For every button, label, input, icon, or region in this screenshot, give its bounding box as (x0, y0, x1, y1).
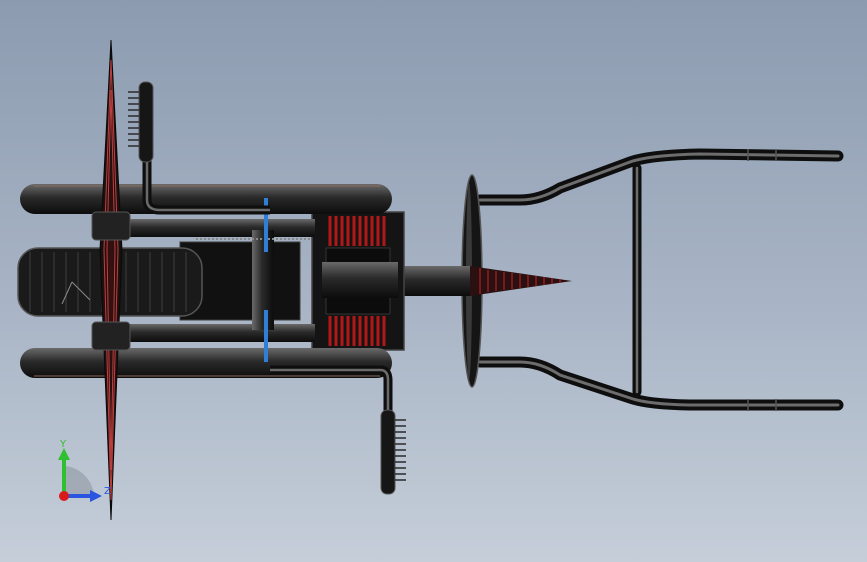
graphics-viewport[interactable]: Y Z (0, 0, 867, 562)
drive-shaft[interactable] (400, 266, 470, 296)
cad-model[interactable] (0, 0, 867, 562)
rake-arm-lower[interactable] (270, 365, 406, 495)
spring-housing[interactable] (311, 211, 405, 351)
handle-grip-marks (747, 149, 777, 411)
view-orientation-triad[interactable]: Y Z (44, 436, 114, 508)
y-axis-label: Y (59, 439, 67, 450)
z-axis-arrowhead (90, 490, 102, 502)
z-axis-label: Z (104, 486, 111, 497)
auger-bit[interactable] (470, 266, 572, 296)
x-axis-dot (59, 491, 69, 501)
